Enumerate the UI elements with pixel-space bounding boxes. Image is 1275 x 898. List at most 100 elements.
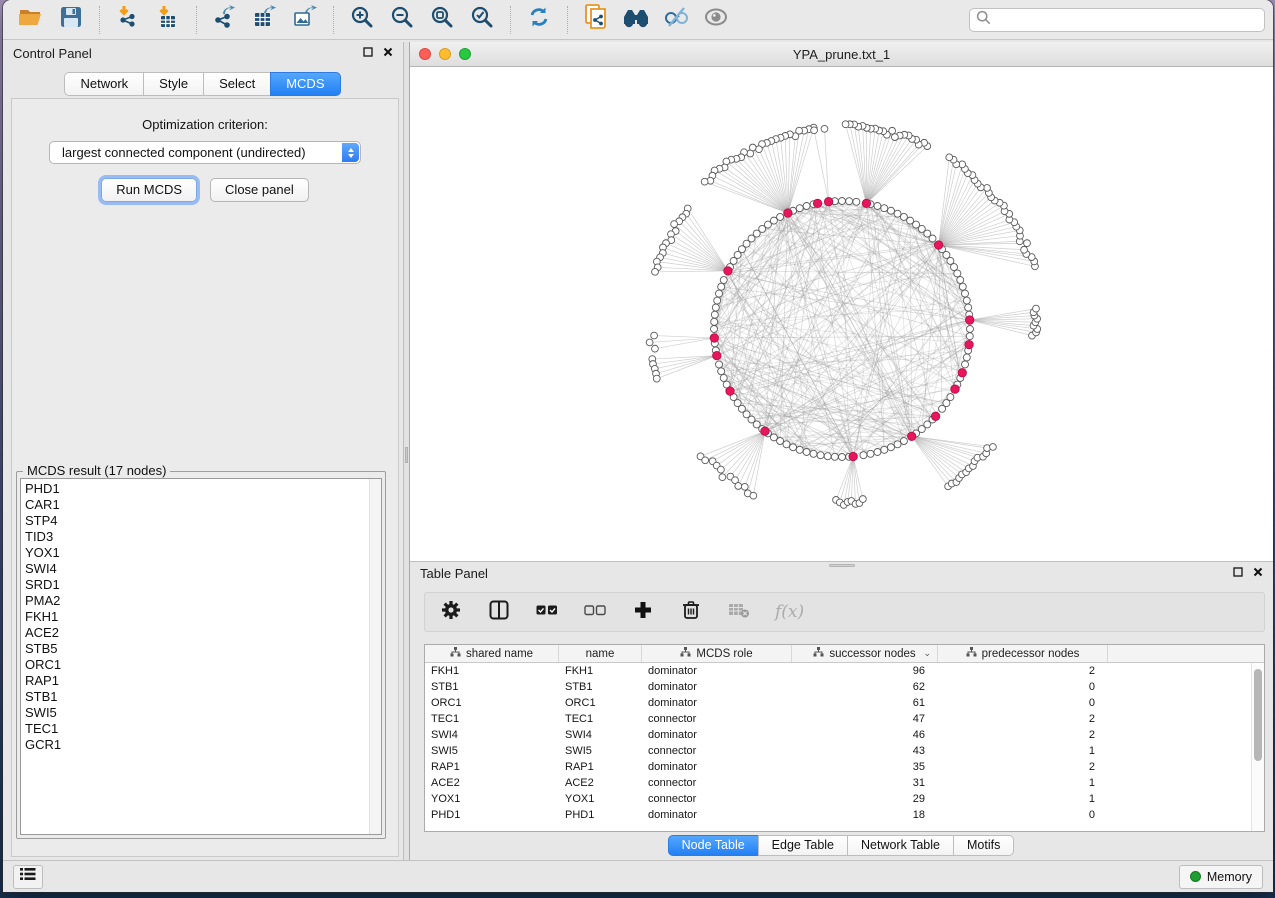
table-row[interactable]: SWI4SWI4dominator462 xyxy=(425,727,1264,743)
table-scrollbar-thumb[interactable] xyxy=(1254,669,1262,761)
table-row[interactable]: ORC1ORC1dominator610 xyxy=(425,695,1264,711)
run-mcds-button[interactable]: Run MCDS xyxy=(101,178,197,202)
optimization-criterion-select[interactable]: largest connected component (undirected) xyxy=(49,141,361,164)
cell-predecessor-nodes: 0 xyxy=(938,697,1108,709)
table-row[interactable]: SWI5SWI5connector431 xyxy=(425,743,1264,759)
mcds-result-item[interactable]: TEC1 xyxy=(25,721,381,737)
tab-network-table[interactable]: Network Table xyxy=(847,835,954,856)
mcds-result-item[interactable]: SRD1 xyxy=(25,577,381,593)
memory-label: Memory xyxy=(1207,870,1252,884)
table-row[interactable]: FKH1FKH1dominator962 xyxy=(425,663,1264,679)
splitter-grip[interactable] xyxy=(405,447,408,463)
mcds-result-item[interactable]: ACE2 xyxy=(25,625,381,641)
tab-mcds[interactable]: MCDS xyxy=(270,72,340,96)
export-image-button[interactable] xyxy=(285,4,325,36)
cell-mcds-role: dominator xyxy=(642,761,792,773)
column-header-successor-nodes[interactable]: successor nodes⌄ xyxy=(792,645,938,662)
export-table-button[interactable] xyxy=(245,4,285,36)
show-columns-button[interactable] xyxy=(487,600,511,624)
column-label: shared name xyxy=(466,648,533,660)
open-file-button[interactable] xyxy=(11,4,51,36)
slashed-glasses-icon xyxy=(663,5,689,34)
hide-selection-button[interactable] xyxy=(656,4,696,36)
mcds-result-scrollbar[interactable] xyxy=(369,479,381,834)
float-panel-icon[interactable] xyxy=(1233,564,1243,582)
column-header-predecessor-nodes[interactable]: predecessor nodes xyxy=(938,645,1108,662)
chevron-down-icon[interactable]: ⌄ xyxy=(923,648,931,659)
horizontal-splitter-grip[interactable] xyxy=(829,564,855,567)
cell-mcds-role: connector xyxy=(642,793,792,805)
refresh-network-button[interactable] xyxy=(519,4,559,36)
mcds-result-item[interactable]: CAR1 xyxy=(25,497,381,513)
memory-button[interactable]: Memory xyxy=(1179,865,1263,889)
mcds-result-item[interactable]: ORC1 xyxy=(25,657,381,673)
select-all-button[interactable] xyxy=(535,600,559,624)
table-toolbar: f(x) xyxy=(424,592,1265,632)
table-row[interactable]: YOX1YOX1connector291 xyxy=(425,791,1264,807)
column-label: name xyxy=(586,648,615,660)
status-bar: Memory xyxy=(3,860,1273,892)
table-row[interactable]: ACE2ACE2connector311 xyxy=(425,775,1264,791)
float-panel-icon[interactable] xyxy=(363,44,373,62)
mcds-result-item[interactable]: PMA2 xyxy=(25,593,381,609)
table-row[interactable]: PHD1PHD1dominator180 xyxy=(425,807,1264,823)
zoom-out-button[interactable] xyxy=(382,4,422,36)
delete-column-button[interactable] xyxy=(679,600,703,624)
mcds-result-item[interactable]: PHD1 xyxy=(25,481,381,497)
mcds-result-item[interactable]: RAP1 xyxy=(25,673,381,689)
mcds-result-item[interactable]: SWI4 xyxy=(25,561,381,577)
clone-network-button[interactable] xyxy=(576,4,616,36)
zoom-fit-button[interactable] xyxy=(422,4,462,36)
search-input[interactable] xyxy=(991,13,1258,27)
mcds-result-group: MCDS result (17 nodes) PHD1CAR1STP4TID3Y… xyxy=(16,471,386,839)
empty-boxes-icon xyxy=(584,603,606,621)
column-header-name[interactable]: name xyxy=(559,645,642,662)
table-row[interactable]: RAP1RAP1dominator352 xyxy=(425,759,1264,775)
show-panels-button[interactable] xyxy=(13,865,43,889)
cell-name: FKH1 xyxy=(559,665,642,677)
zoom-selected-button[interactable] xyxy=(462,4,502,36)
tab-style[interactable]: Style xyxy=(143,72,204,96)
column-header-mcds-role[interactable]: MCDS role xyxy=(642,645,792,662)
deselect-all-button[interactable] xyxy=(583,600,607,624)
import-table-button[interactable] xyxy=(148,4,188,36)
tab-node-table[interactable]: Node Table xyxy=(668,835,759,856)
save-session-button[interactable] xyxy=(51,4,91,36)
column-header-shared-name[interactable]: shared name xyxy=(425,645,559,662)
close-panel-icon[interactable] xyxy=(383,44,393,62)
mcds-result-item[interactable]: STB1 xyxy=(25,689,381,705)
network-canvas[interactable] xyxy=(410,67,1273,561)
import-network-button[interactable] xyxy=(108,4,148,36)
mcds-result-item[interactable]: TID3 xyxy=(25,529,381,545)
export-network-button[interactable] xyxy=(205,4,245,36)
table-settings-button[interactable] xyxy=(439,600,463,624)
tab-motifs[interactable]: Motifs xyxy=(953,835,1014,856)
cell-name: YOX1 xyxy=(559,793,642,805)
show-all-button[interactable] xyxy=(696,4,736,36)
network-window-titlebar[interactable]: YPA_prune.txt_1 xyxy=(410,42,1273,67)
mcds-result-item[interactable]: SWI5 xyxy=(25,705,381,721)
mcds-result-item[interactable]: GCR1 xyxy=(25,737,381,753)
cell-successor-nodes: 62 xyxy=(792,681,938,693)
table-row[interactable]: TEC1TEC1connector472 xyxy=(425,711,1264,727)
search-networks-button[interactable] xyxy=(616,4,656,36)
table-row[interactable]: STB1STB1dominator620 xyxy=(425,679,1264,695)
vertical-splitter[interactable] xyxy=(403,42,410,860)
mcds-result-item[interactable]: STP4 xyxy=(25,513,381,529)
close-panel-button[interactable]: Close panel xyxy=(210,178,309,202)
network-search-box xyxy=(969,8,1265,32)
create-column-button[interactable] xyxy=(631,600,655,624)
mcds-result-list[interactable]: PHD1CAR1STP4TID3YOX1SWI4SRD1PMA2FKH1ACE2… xyxy=(20,478,382,835)
close-panel-icon[interactable] xyxy=(1253,564,1263,582)
mcds-result-item[interactable]: FKH1 xyxy=(25,609,381,625)
cell-successor-nodes: 31 xyxy=(792,777,938,789)
tab-network[interactable]: Network xyxy=(64,72,144,96)
tab-select[interactable]: Select xyxy=(203,72,271,96)
table-scrollbar[interactable] xyxy=(1251,663,1264,831)
cell-mcds-role: dominator xyxy=(642,681,792,693)
zoom-in-button[interactable] xyxy=(342,4,382,36)
mcds-result-item[interactable]: STB5 xyxy=(25,641,381,657)
mcds-result-item[interactable]: YOX1 xyxy=(25,545,381,561)
optimization-criterion-label: Optimization criterion: xyxy=(12,117,398,132)
tab-edge-table[interactable]: Edge Table xyxy=(758,835,848,856)
